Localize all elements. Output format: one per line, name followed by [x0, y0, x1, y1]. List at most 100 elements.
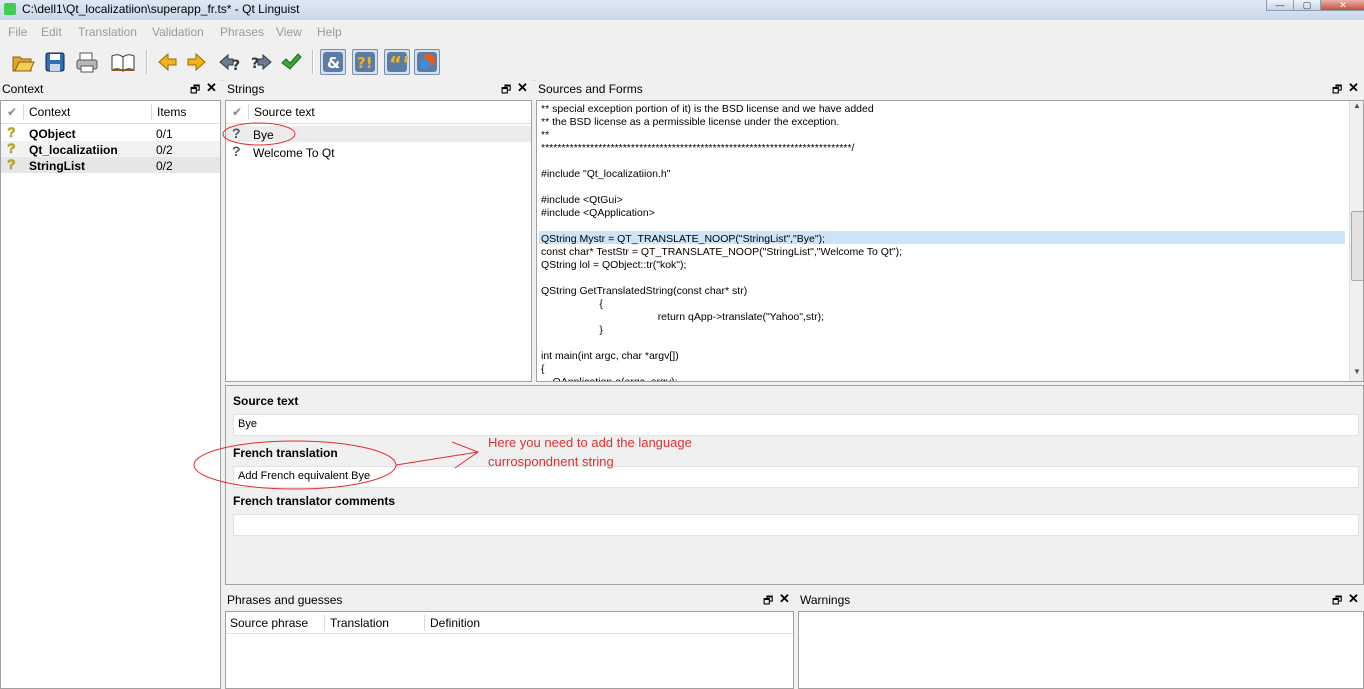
list-item[interactable]: ? Bye — [226, 125, 531, 142]
close-icon[interactable]: ✕ — [206, 80, 217, 96]
toolbar-separator — [312, 50, 314, 74]
svg-text:&: & — [327, 54, 340, 72]
window-title: C:\dell1\Qt_localizatiion\superapp_fr.ts… — [22, 2, 300, 16]
float-icon[interactable]: 🗗 — [190, 81, 200, 100]
float-icon[interactable]: 🗗 — [1332, 592, 1342, 611]
close-icon[interactable]: ✕ — [779, 591, 790, 607]
close-button[interactable]: ✕ — [1320, 0, 1364, 11]
svg-text:“”: “” — [389, 52, 408, 73]
source-code-line: return qApp->translate("Yahoo",str); — [541, 311, 824, 323]
context-column-header[interactable]: Context — [29, 105, 70, 119]
context-items: 0/1 — [156, 127, 173, 141]
strings-header: ✔ Source text — [226, 101, 531, 124]
unfinished-icon: ? — [7, 140, 16, 156]
source-code-line: #include <QtGui> — [541, 194, 623, 206]
unfinished-icon: ? — [232, 125, 241, 141]
phrases-icon[interactable]: “” — [384, 49, 410, 75]
warnings-list — [798, 611, 1364, 689]
float-icon[interactable]: 🗗 — [763, 592, 773, 611]
translator-comments-field[interactable] — [233, 514, 1359, 536]
menu-validation[interactable]: Validation — [152, 25, 204, 39]
source-code-line: ****************************************… — [541, 142, 855, 154]
menu-translation[interactable]: Translation — [78, 25, 137, 39]
definition-column-header[interactable]: Definition — [430, 616, 480, 630]
menu-help[interactable]: Help — [317, 25, 342, 39]
scroll-thumb[interactable] — [1351, 211, 1363, 281]
source-text-field: Bye — [233, 414, 1359, 436]
source-code-line: QString GetTranslatedString(const char* … — [541, 285, 748, 297]
float-icon[interactable]: 🗗 — [501, 81, 511, 100]
print-icon[interactable] — [74, 49, 100, 75]
translator-comments-label: French translator comments — [233, 494, 396, 508]
sources-dock-header: Sources and Forms 🗗 ✕ — [536, 80, 1364, 98]
source-code-line: QApplication a(argc, argv); — [541, 376, 678, 382]
list-item[interactable]: ? Qt_localizatiion 0/2 — [1, 140, 220, 157]
close-icon[interactable]: ✕ — [1348, 80, 1359, 96]
phrases-list: Source phrase Translation Definition — [225, 611, 794, 689]
strings-dock-title: Strings — [227, 82, 265, 96]
translation-column-header[interactable]: Translation — [330, 616, 389, 630]
source-code-view[interactable]: ** special exception portion of it) is t… — [536, 100, 1364, 382]
source-code-line: int main(int argc, char *argv[]) — [541, 350, 679, 362]
close-icon[interactable]: ✕ — [1348, 591, 1359, 607]
svg-text:?: ? — [232, 58, 240, 74]
accelerators-icon[interactable]: & — [320, 49, 346, 75]
close-icon[interactable]: ✕ — [517, 80, 528, 96]
prev-unfinished-icon[interactable]: ? — [216, 49, 242, 75]
source-code-line: QString Mystr = QT_TRANSLATE_NOOP("Strin… — [541, 233, 825, 245]
strings-dock-header: Strings 🗗 ✕ — [225, 80, 532, 98]
check-icon: ✔ — [232, 105, 243, 119]
list-item[interactable]: ? Welcome To Qt — [226, 143, 531, 160]
source-code-line: ** the BSD license as a permissible lice… — [541, 116, 840, 128]
prev-icon[interactable] — [154, 49, 180, 75]
source-code-line: #include <QApplication> — [541, 207, 655, 219]
menu-file[interactable]: File — [8, 25, 27, 39]
list-item[interactable]: ? StringList 0/2 — [1, 156, 220, 173]
phrasebook-icon[interactable] — [110, 49, 136, 75]
next-icon[interactable] — [184, 49, 210, 75]
warnings-dock-title: Warnings — [800, 593, 851, 607]
done-next-icon[interactable] — [278, 49, 304, 75]
context-header: ✔ Context Items — [1, 101, 220, 124]
app-icon — [4, 3, 16, 15]
context-dock-title: Context — [2, 82, 44, 96]
source-scrollbar[interactable]: ▲ ▼ — [1349, 101, 1363, 381]
menu-bar: File Edit Translation Validation Phrases… — [0, 20, 1364, 44]
translation-field[interactable]: Add French equivalent Bye — [233, 466, 1359, 488]
menu-phrases[interactable]: Phrases — [220, 25, 264, 39]
placemarkers-icon[interactable] — [414, 49, 440, 75]
translation-editor: Source text Bye French translation Add F… — [225, 385, 1364, 585]
toolbar-separator — [146, 50, 148, 74]
menu-view[interactable]: View — [276, 25, 302, 39]
source-code-line: ** special exception portion of it) is t… — [541, 103, 874, 115]
save-icon[interactable] — [42, 49, 68, 75]
float-icon[interactable]: 🗗 — [1332, 81, 1342, 100]
toolbar: ? ? & ?! “” — [0, 44, 1364, 81]
items-column-header[interactable]: Items — [157, 105, 186, 119]
source-text-label: Source text — [233, 394, 299, 408]
maximize-button[interactable]: ▢ — [1293, 0, 1321, 11]
annotation-text-line2: currospondnent string — [488, 454, 614, 469]
string-text: Welcome To Qt — [253, 146, 335, 160]
context-dock-header: Context 🗗 ✕ — [0, 80, 221, 98]
list-item[interactable]: ? QObject 0/1 — [1, 124, 220, 141]
source-code-line: { — [541, 298, 603, 310]
menu-edit[interactable]: Edit — [41, 25, 62, 39]
source-code-line: const char* TestStr = QT_TRANSLATE_NOOP(… — [541, 246, 903, 258]
source-phrase-column-header[interactable]: Source phrase — [230, 616, 308, 630]
context-list: ✔ Context Items ? QObject 0/1 ? Qt_local… — [0, 100, 221, 689]
scroll-down-arrow[interactable]: ▼ — [1350, 367, 1363, 379]
string-text: Bye — [253, 128, 274, 142]
next-unfinished-icon[interactable]: ? — [248, 49, 274, 75]
translation-label: French translation — [233, 446, 338, 460]
minimize-button[interactable]: — — [1266, 0, 1294, 11]
phrases-dock-title: Phrases and guesses — [227, 593, 343, 607]
scroll-up-arrow[interactable]: ▲ — [1350, 101, 1363, 113]
context-name: QObject — [29, 127, 76, 141]
source-code-line: QString lol = QObject::tr("kok"); — [541, 259, 687, 271]
punctuation-icon[interactable]: ?! — [352, 49, 378, 75]
warnings-dock-header: Warnings 🗗 ✕ — [798, 591, 1364, 609]
open-icon[interactable] — [10, 49, 36, 75]
source-code-line: ** — [541, 129, 550, 141]
source-text-column-header[interactable]: Source text — [254, 105, 315, 119]
